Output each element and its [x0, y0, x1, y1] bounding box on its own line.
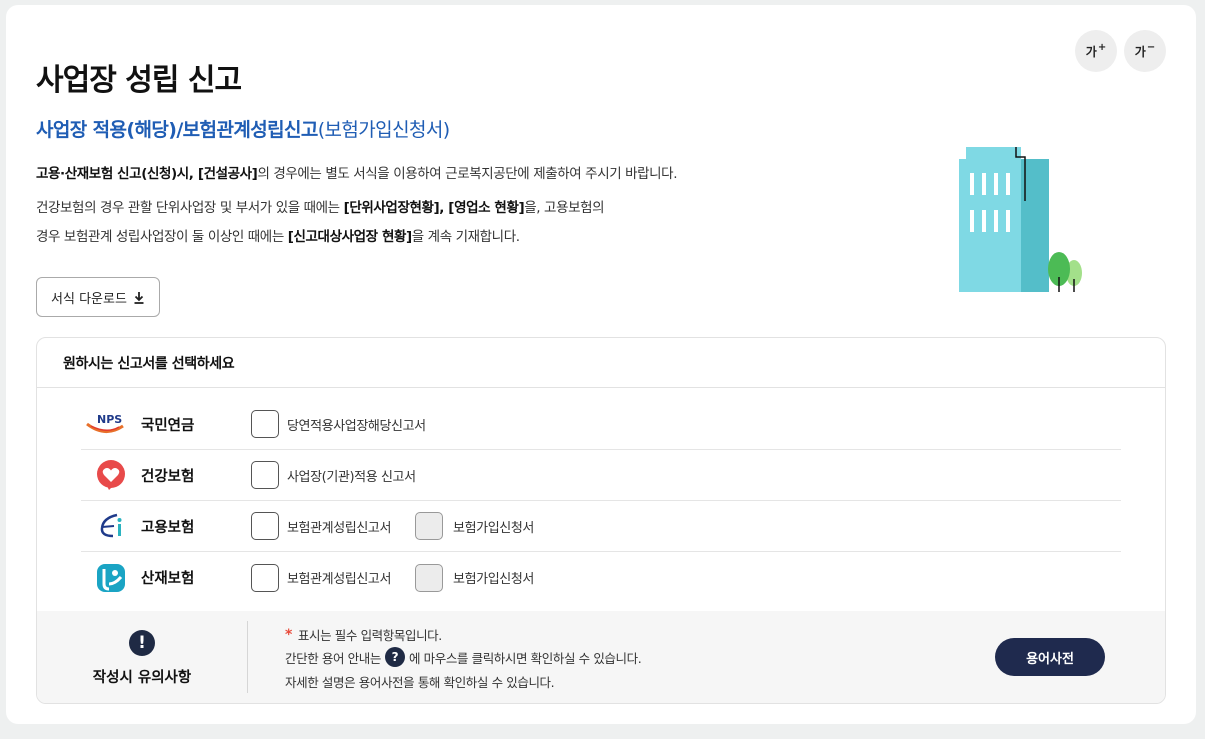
org-name: 건강보험: [141, 468, 195, 485]
checkbox-label: 보험관계성립신고서: [287, 572, 392, 587]
notice-title: 작성시 유의사항: [92, 669, 192, 686]
selection-heading: 원하시는 신고서를 선택하세요: [37, 338, 1165, 388]
desc-bold-2: [단위사업장현황], [영업소 현황]: [343, 200, 525, 216]
glossary-button[interactable]: 용어사전: [995, 638, 1105, 676]
notice-text-3: 자세한 설명은 용어사전을 통해 확인하실 수 있습니다.: [285, 675, 555, 690]
required-star-icon: *: [285, 626, 292, 643]
page-subtitle: 사업장 적용(해당)/보험관계성립신고(보험가입신청서): [36, 115, 450, 142]
minus-icon: −: [1146, 41, 1156, 53]
notice-line-3: 자세한 설명은 용어사전을 통해 확인하실 수 있습니다.: [285, 672, 555, 691]
heart-logo-icon: [97, 460, 125, 490]
desc-bold-3: [신고대상사업장 현황]: [287, 229, 412, 245]
font-size-increase-button[interactable]: 가 +: [1075, 30, 1117, 72]
comwel-logo: [81, 562, 141, 594]
notice-text-2b: 에 마우스를 클릭하시면 확인하실 수 있습니다.: [408, 650, 642, 666]
checkbox-label: 사업장(기관)적용 신고서: [287, 469, 416, 485]
desc-text-1: 의 경우에는 별도 서식을 이용하여 근로복지공단에 제출하여 주시기 바랍니다…: [257, 166, 678, 182]
checkbox-disabled: [415, 563, 444, 592]
building-illustration: [959, 147, 1082, 292]
desc-bold-1: 고용·산재보험 신고(신청)시, [건설공사]: [36, 166, 258, 182]
divider: [247, 621, 248, 693]
notice-line-2: 간단한 용어 안내는? 에 마우스를 클릭하시면 확인하실 수 있습니다.: [285, 647, 642, 667]
desc-text-2b: 을, 고용보험의: [524, 200, 605, 216]
list-item-nps: NPS 국민연금 당연적용사업장해당신고서: [81, 399, 1121, 450]
form-selection-panel: 원하시는 신고서를 선택하세요 NPS 국민연금 당연적용사업장해당신고서 건강…: [36, 337, 1166, 704]
font-size-decrease-button[interactable]: 가 −: [1124, 30, 1166, 72]
desc-text-3b: 을 계속 기재합니다.: [411, 229, 520, 245]
list-item-comwel: 산재보험 보험관계성립신고서 보험가입신청서: [81, 552, 1121, 603]
checkbox-label: 당연적용사업장해당신고서: [287, 418, 426, 434]
org-name: 산재보험: [141, 571, 195, 587]
list-item-nhis: 건강보험 사업장(기관)적용 신고서: [81, 450, 1121, 501]
plus-icon: +: [1097, 41, 1107, 53]
nps-logo: NPS: [81, 408, 141, 440]
download-label: 서식 다운로드: [51, 291, 127, 307]
exclamation-icon: !: [129, 629, 155, 656]
notice-text-1: 표시는 필수 입력항목입니다.: [297, 628, 442, 643]
subtitle-extra: (보험가입신청서): [317, 119, 450, 141]
org-name: 고용보험: [141, 519, 195, 536]
comwel-logo-icon: [97, 563, 125, 592]
checkbox[interactable]: [251, 461, 279, 489]
notice-box: ! 작성시 유의사항 * 표시는 필수 입력항목입니다. 간단한 용어 안내는? 에…: [37, 611, 1165, 703]
checkbox-label: 보험가입신청서: [453, 520, 534, 536]
checkbox-disabled: [415, 512, 444, 540]
font-decrease-label: 가: [1134, 44, 1146, 59]
notice-text-2a: 간단한 용어 안내는: [285, 650, 381, 666]
desc-text-3a: 경우 보험관계 성립사업장이 둘 이상인 때에는: [36, 229, 288, 245]
org-name: 국민연금: [141, 417, 195, 434]
nhis-logo: [81, 459, 141, 491]
notice-line-1: * 표시는 필수 입력항목입니다.: [285, 625, 442, 644]
notice-header: ! 작성시 유의사항: [37, 611, 247, 703]
page-title: 사업장 성립 신고: [36, 63, 242, 98]
help-icon: ?: [384, 647, 405, 667]
nps-logo-text: NPS: [97, 413, 122, 426]
checkbox-label: 보험관계성립신고서: [287, 520, 392, 536]
font-increase-label: 가: [1085, 44, 1097, 59]
nps-logo-icon: NPS: [86, 413, 124, 433]
download-icon: [134, 291, 144, 304]
checkbox[interactable]: [251, 410, 279, 438]
ei-logo: [81, 510, 141, 542]
checkbox-label: 보험가입신청서: [453, 572, 534, 587]
checkbox[interactable]: [251, 512, 279, 540]
ei-logo-icon: [100, 513, 122, 538]
description-line-1: 고용·산재보험 신고(신청)시, [건설공사]의 경우에는 별도 서식을 이용하…: [36, 162, 678, 182]
description-line-2: 건강보험의 경우 관할 단위사업장 및 부서가 있을 때에는 [단위사업장현황]…: [36, 196, 605, 216]
description-line-3: 경우 보험관계 성립사업장이 둘 이상인 때에는 [신고대상사업장 현황]을 계…: [36, 225, 520, 245]
checkbox[interactable]: [251, 563, 279, 592]
subtitle-main: 사업장 적용(해당)/보험관계성립신고: [36, 119, 318, 141]
main-card: 가 + 가 − 사업장 성립 신고 사업장 적용(해당)/보험관계성립신고(보험가입…: [6, 5, 1196, 724]
desc-text-2a: 건강보험의 경우 관할 단위사업장 및 부서가 있을 때에는: [36, 200, 344, 216]
list-item-ei: 고용보험 보험관계성립신고서 보험가입신청서: [81, 501, 1121, 552]
form-download-button[interactable]: 서식 다운로드: [36, 277, 160, 317]
